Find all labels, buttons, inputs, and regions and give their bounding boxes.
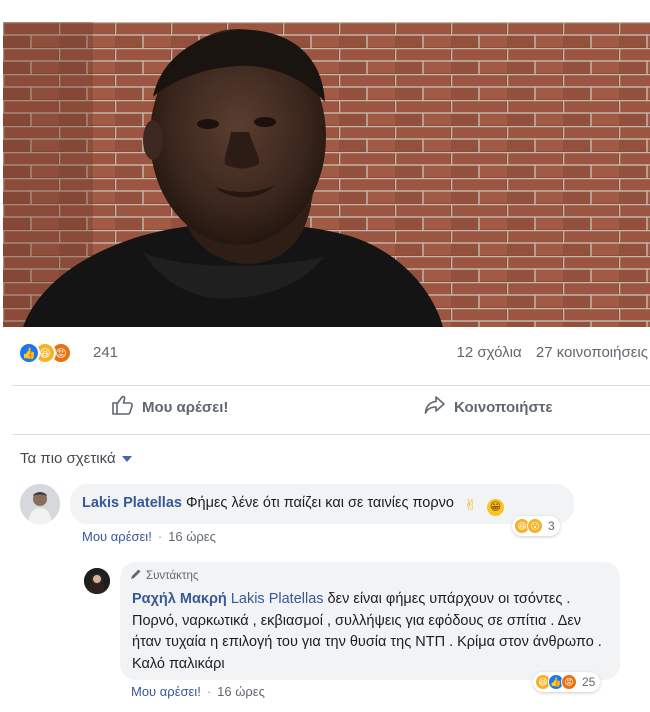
meta-separator: · bbox=[206, 684, 212, 699]
share-arrow-icon bbox=[424, 395, 446, 419]
comment-body: Φήμες λένε ότι παίζει και σε ταινίες πορ… bbox=[185, 495, 454, 511]
post-photo[interactable] bbox=[3, 22, 650, 327]
share-button-label: Κοινοποιήστε bbox=[454, 398, 553, 416]
angry-reaction-icon: 😡 bbox=[561, 674, 577, 690]
reply-meta: Μου αρέσει! · 16 ώρες bbox=[131, 684, 265, 699]
caret-down-icon bbox=[121, 455, 132, 462]
post-actions: Μου αρέσει! Κοινοποιήστε bbox=[0, 386, 650, 428]
reply-reactions[interactable]: 😆 👍 😡 25 bbox=[533, 672, 601, 692]
comment-timestamp[interactable]: 16 ώρες bbox=[168, 529, 216, 544]
comment-text-line: Lakis Platellas Φήμες λένε ότι παίζει κα… bbox=[82, 495, 504, 516]
like-button-label: Μου αρέσει! bbox=[142, 398, 229, 416]
like-reaction-icon: 👍 bbox=[18, 342, 40, 364]
comment-author[interactable]: Lakis Platellas bbox=[82, 495, 182, 511]
comment-reaction-count: 3 bbox=[548, 519, 555, 533]
author-badge-label: Συντάκτης bbox=[146, 569, 199, 582]
like-button[interactable]: Μου αρέσει! bbox=[112, 394, 228, 420]
reaction-count[interactable]: 241 bbox=[93, 344, 118, 361]
reply-bubble: Συντάκτης Ραχήλ Μακρή Lakis Platellas δε… bbox=[120, 562, 620, 680]
comments-count-link[interactable]: 12 σχόλια bbox=[457, 344, 522, 361]
thumbs-up-icon bbox=[112, 395, 134, 419]
shares-count-link[interactable]: 27 κοινοποιήσεις bbox=[536, 344, 648, 361]
reply-author[interactable]: Ραχήλ Μακρή bbox=[132, 591, 227, 607]
comment-like-link[interactable]: Μου αρέσει! bbox=[82, 529, 152, 544]
engagement-counts: 12 σχόλια 27 κοινοποιήσεις bbox=[457, 344, 648, 361]
reply-like-link[interactable]: Μου αρέσει! bbox=[131, 684, 201, 699]
comment-sort-dropdown[interactable]: Τα πιο σχετικά bbox=[20, 450, 132, 467]
sort-label: Τα πιο σχετικά bbox=[20, 450, 116, 467]
comment-bubble: Lakis Platellas Φήμες λένε ότι παίζει κα… bbox=[70, 484, 574, 524]
comment-reactions[interactable]: 😆 😮 3 bbox=[512, 516, 560, 536]
top-strip bbox=[0, 0, 650, 22]
reply-timestamp[interactable]: 16 ώρες bbox=[217, 684, 265, 699]
wow-reaction-icon: 😮 bbox=[527, 518, 543, 534]
mention-tag[interactable]: Lakis Platellas bbox=[231, 591, 324, 607]
reply-author-avatar[interactable] bbox=[84, 568, 110, 594]
comment-meta: Μου αρέσει! · 16 ώρες bbox=[82, 529, 216, 544]
grinning-face-icon: 😁 bbox=[486, 499, 504, 516]
commenter-avatar[interactable] bbox=[20, 484, 60, 524]
post-stats-row: 👍 😆 😡 241 12 σχόλια 27 κοινοποιήσεις bbox=[0, 340, 650, 368]
post-photo-illustration bbox=[3, 22, 650, 327]
author-badge: Συντάκτης bbox=[130, 568, 198, 583]
reaction-icons[interactable]: 👍 😆 😡 bbox=[18, 342, 90, 364]
reply-reaction-count: 25 bbox=[582, 675, 596, 689]
divider bbox=[12, 434, 650, 435]
victory-hand-icon: ✌ bbox=[464, 497, 477, 514]
share-button[interactable]: Κοινοποιήστε bbox=[424, 394, 553, 420]
reply-text: Ραχήλ Μακρή Lakis Platellas δεν είναι φή… bbox=[132, 589, 612, 675]
meta-separator: · bbox=[157, 529, 163, 544]
pen-icon bbox=[130, 568, 142, 583]
